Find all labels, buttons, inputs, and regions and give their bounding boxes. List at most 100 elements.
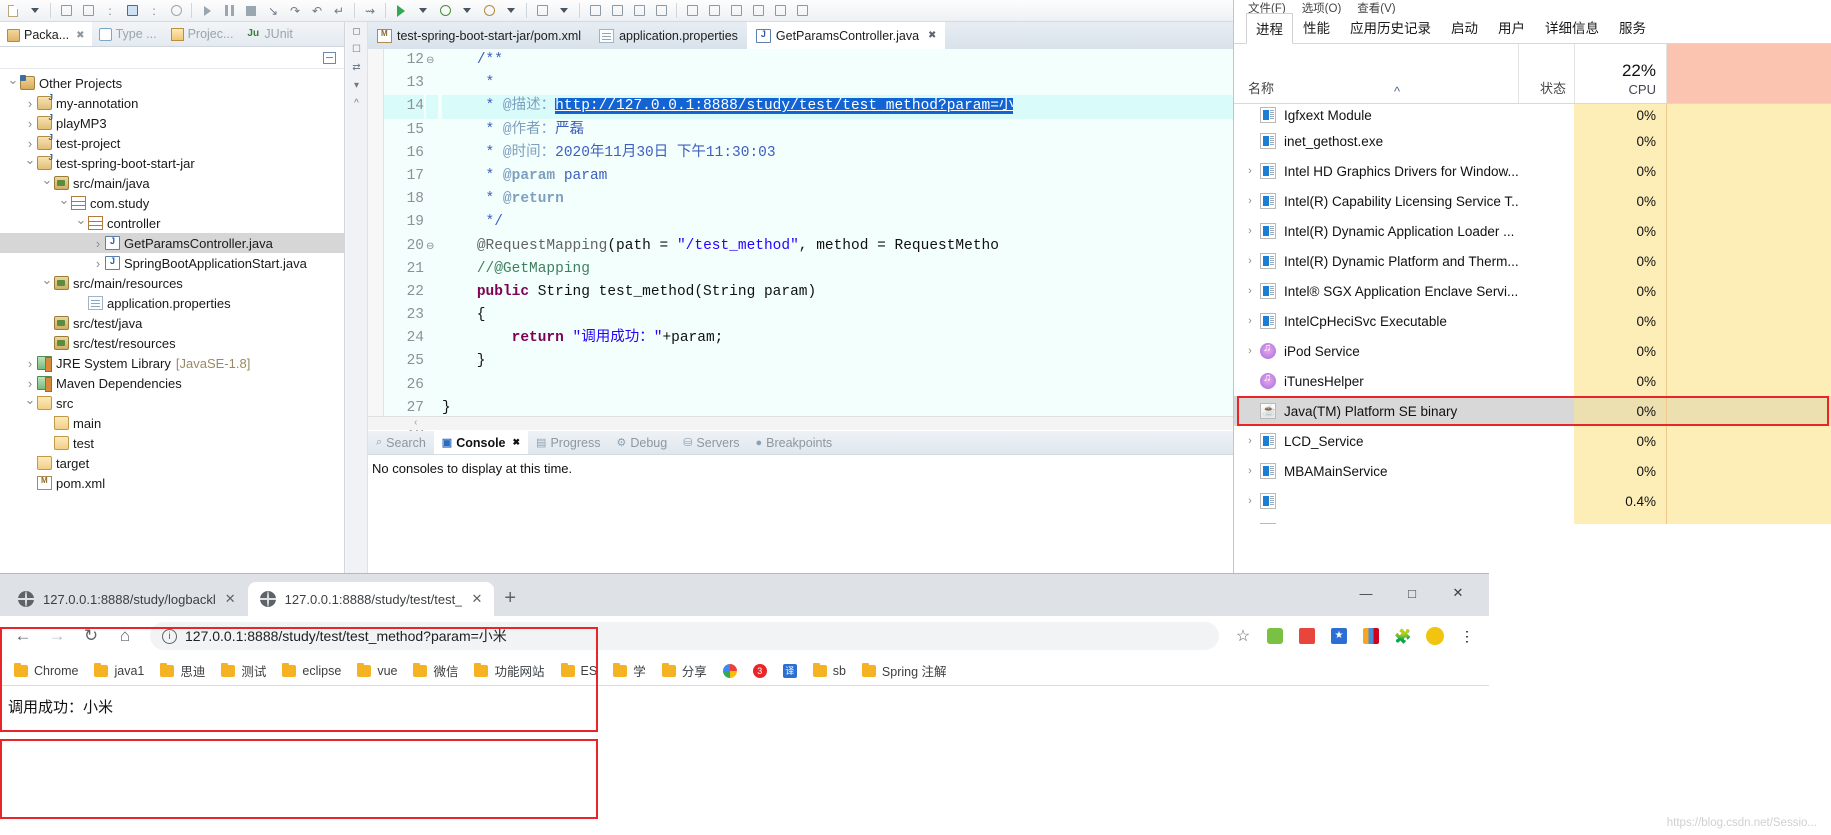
chevron-right-icon[interactable]: › (1240, 195, 1260, 207)
minimize-button[interactable]: — (1343, 578, 1389, 608)
chevron-right-icon[interactable]: › (1240, 465, 1260, 477)
tree-item-src[interactable]: src (0, 393, 344, 413)
step-into-icon[interactable]: ↘ (263, 1, 283, 20)
bookmark-item[interactable]: 思迪 (152, 661, 213, 680)
chevron-right-icon[interactable] (23, 116, 37, 131)
bookmark-item[interactable]: 微信 (405, 661, 466, 680)
column-header-memory[interactable] (1666, 44, 1831, 103)
process-row[interactable]: › MBAMainService 0% (1234, 456, 1831, 486)
extension-chart-icon[interactable] (1357, 622, 1385, 650)
bookmark-item[interactable]: 测试 (213, 661, 274, 680)
chevron-right-icon[interactable]: › (1240, 495, 1260, 507)
chevron-right-icon[interactable]: › (1240, 345, 1260, 357)
pause-icon[interactable] (219, 1, 239, 20)
menu-item-文件F[interactable]: 文件(F) (1248, 0, 1286, 14)
forward-icon[interactable]: ⇝ (360, 1, 380, 20)
next-annotation-icon[interactable] (704, 1, 724, 20)
reload-icon[interactable]: ↻ (76, 621, 106, 651)
bookmark-item[interactable]: Chrome (6, 662, 86, 678)
tree-item-test-project[interactable]: test-project (0, 133, 344, 153)
process-row[interactable]: › LCD_Service 0% (1234, 426, 1831, 456)
tree-item-src-main-java[interactable]: src/main/java (0, 173, 344, 193)
tree-item-test-spring-boot-start-jar[interactable]: test-spring-boot-start-jar (0, 153, 344, 173)
stop-icon[interactable] (241, 1, 261, 20)
column-header-name[interactable]: ^ 名称 (1234, 78, 1518, 103)
chrome-tab-1[interactable]: 127.0.0.1:8888/study/logbackl ✕ (6, 582, 248, 616)
chevron-right-icon[interactable]: › (1240, 435, 1260, 447)
chevron-down-icon[interactable] (74, 215, 88, 231)
tree-item-playmp3[interactable]: playMP3 (0, 113, 344, 133)
close-button[interactable]: ✕ (1435, 578, 1481, 608)
restore-icon[interactable]: ◻ (349, 26, 365, 40)
chevron-down-icon[interactable] (40, 175, 54, 191)
editor-tab-pom[interactable]: test-spring-boot-start-jar/pom.xml (368, 22, 590, 49)
link-editor-icon[interactable]: ⇄ (349, 62, 365, 76)
bookmark-item[interactable]: java1 (86, 662, 152, 678)
tree-item-other-projects[interactable]: Other Projects (0, 73, 344, 93)
chevron-right-icon[interactable]: › (1240, 225, 1260, 237)
new-interface-icon[interactable] (651, 1, 671, 20)
extension-blue-icon[interactable]: ★ (1325, 622, 1353, 650)
terminal-icon[interactable] (122, 1, 142, 20)
folding-gutter[interactable]: ⊖ ⊖ (426, 49, 438, 416)
site-info-icon[interactable]: i (162, 628, 177, 644)
tree-item-src-test-resources[interactable]: src/test/resources (0, 333, 344, 353)
chevron-down-icon[interactable] (23, 395, 37, 411)
close-icon[interactable]: ✕ (225, 591, 236, 607)
external-tools-icon[interactable] (532, 1, 552, 20)
step-over-icon[interactable]: ↷ (285, 1, 305, 20)
save-icon[interactable] (56, 1, 76, 20)
bookmark-item[interactable] (715, 663, 745, 678)
process-row[interactable]: › Intel(R) Dynamic Platform and Therm... 0… (1234, 246, 1831, 276)
run-dropdown-icon[interactable] (413, 1, 433, 20)
bookmark-item[interactable]: ES (553, 662, 606, 678)
task-manager-tab-3[interactable]: 启动 (1441, 12, 1488, 43)
process-row[interactable]: Java(TM) Platform SE binary 0% (1234, 396, 1831, 426)
run-green-icon[interactable] (391, 1, 411, 20)
tab-type-hierarchy[interactable]: Type ... (92, 22, 164, 46)
process-row[interactable]: iTunesHelper 0% (1234, 366, 1831, 396)
chevron-right-icon[interactable] (23, 376, 37, 391)
project-tree[interactable]: Other Projects my-annotation playMP3 test-p… (0, 69, 344, 574)
process-row[interactable]: inet_gethost.exe 0% (1234, 126, 1831, 156)
task-manager-tab-1[interactable]: 性能 (1293, 12, 1340, 43)
task-manager-tab-5[interactable]: 详细信息 (1535, 12, 1609, 43)
home-icon[interactable]: ⌂ (110, 621, 140, 651)
address-bar[interactable]: i 127.0.0.1:8888/study/test/test_method?… (150, 622, 1219, 650)
back-icon[interactable]: ← (8, 621, 38, 651)
task-manager-tab-2[interactable]: 应用历史记录 (1340, 12, 1441, 43)
new-class-icon[interactable] (629, 1, 649, 20)
extension-green-icon[interactable] (1261, 622, 1289, 650)
chevron-right-icon[interactable] (23, 96, 37, 111)
process-list[interactable]: Igfxext Module 0% inet_gethost.exe 0% › Intel… (1234, 104, 1831, 546)
external-dropdown-icon[interactable] (554, 1, 574, 20)
tree-item-jre-system-library[interactable]: JRE System Library[JavaSE-1.8] (0, 353, 344, 373)
new-java-project-icon[interactable] (585, 1, 605, 20)
chevron-right-icon[interactable] (23, 356, 37, 371)
chevron-right-icon[interactable]: › (1240, 315, 1260, 327)
code-editor[interactable]: 1213141516171819202122232425262728 ⊖⊖ /*… (368, 49, 1273, 439)
maximize-button[interactable]: □ (1389, 578, 1435, 608)
resume-icon[interactable]: ↵ (329, 1, 349, 20)
bookmark-item[interactable]: Spring 注解 (854, 661, 955, 680)
chevron-down-icon[interactable] (23, 155, 37, 171)
close-icon[interactable]: ✖ (513, 437, 521, 448)
coverage-dropdown-icon[interactable] (501, 1, 521, 20)
chevron-down-icon[interactable] (40, 275, 54, 291)
fold-toggle-icon[interactable]: ⊖ (426, 235, 438, 258)
tree-item-controller[interactable]: controller (0, 213, 344, 233)
coverage-icon[interactable] (479, 1, 499, 20)
tree-item-target[interactable]: target (0, 453, 344, 473)
chevron-right-icon[interactable]: › (1240, 255, 1260, 267)
task-manager-tab-0[interactable]: 进程 (1246, 13, 1293, 44)
bookmark-item[interactable]: 功能网站 (466, 661, 552, 680)
fold-toggle-icon[interactable]: ⊖ (426, 49, 438, 72)
tree-item-springbootapplicationstart-java[interactable]: SpringBootApplicationStart.java (0, 253, 344, 273)
close-icon[interactable]: ✖ (928, 30, 936, 41)
bookmarks-bar[interactable]: Chrome java1 思迪 测试 eclipse vue 微信 功能网站 ES 学 分享 3 译 sb… (0, 656, 1489, 686)
process-row[interactable]: Igfxext Module 0% (1234, 104, 1831, 126)
chrome-tab-2[interactable]: 127.0.0.1:8888/study/test/test_ ✕ (247, 582, 495, 616)
tree-item-getparamscontroller-java[interactable]: GetParamsController.java (0, 233, 344, 253)
more-menu-icon[interactable]: ⋮ (1453, 622, 1481, 650)
tree-item-my-annotation[interactable]: my-annotation (0, 93, 344, 113)
